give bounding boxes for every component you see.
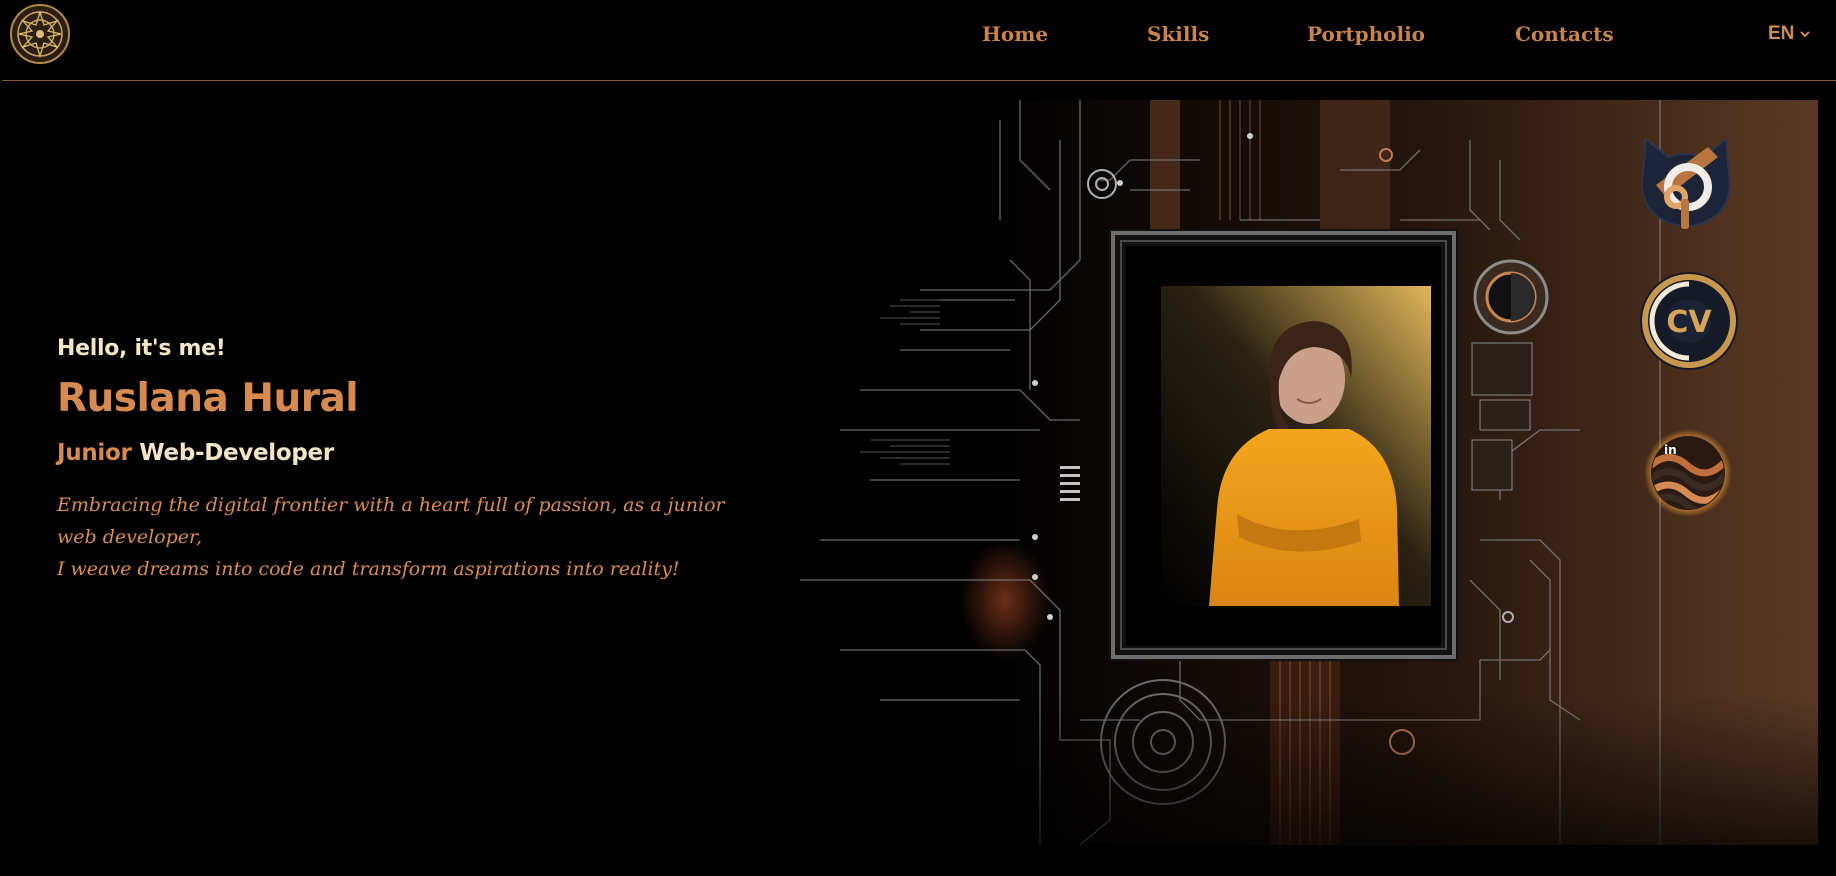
linkedin-link-icon[interactable]: in <box>1643 428 1733 518</box>
role-level: Junior <box>57 440 132 466</box>
profile-photo <box>1109 229 1458 661</box>
hero-greeting: Hello, it's me! <box>57 336 226 361</box>
chevron-down-icon <box>1800 30 1811 38</box>
cv-label: CV <box>1666 305 1712 340</box>
nav-home-link[interactable]: Home <box>982 20 1048 48</box>
hero-role: Junior Web-Developer <box>57 440 334 466</box>
tagline-line-1: Embracing the digital frontier with a he… <box>57 494 725 548</box>
github-link-icon[interactable] <box>1638 135 1734 235</box>
header-divider <box>2 80 1836 81</box>
logo-mandala-icon[interactable] <box>9 3 71 65</box>
tagline-line-2: I weave dreams into code and transform a… <box>57 558 680 580</box>
nav-contacts-link[interactable]: Contacts <box>1515 20 1614 48</box>
linkedin-label: in <box>1664 443 1677 457</box>
hero-tagline: Embracing the digital frontier with a he… <box>57 489 757 585</box>
language-label: EN <box>1768 23 1795 44</box>
site-header: Home Skills Portpholio Contacts EN <box>0 0 1836 81</box>
nav-skills-link[interactable]: Skills <box>1147 20 1209 48</box>
hero-name: Ruslana Hural <box>57 376 359 421</box>
nav-portfolio-link[interactable]: Portpholio <box>1307 20 1425 48</box>
cv-link-icon[interactable]: CV <box>1638 270 1740 372</box>
language-selector[interactable]: EN <box>1768 23 1811 45</box>
role-title: Web-Developer <box>139 440 334 466</box>
